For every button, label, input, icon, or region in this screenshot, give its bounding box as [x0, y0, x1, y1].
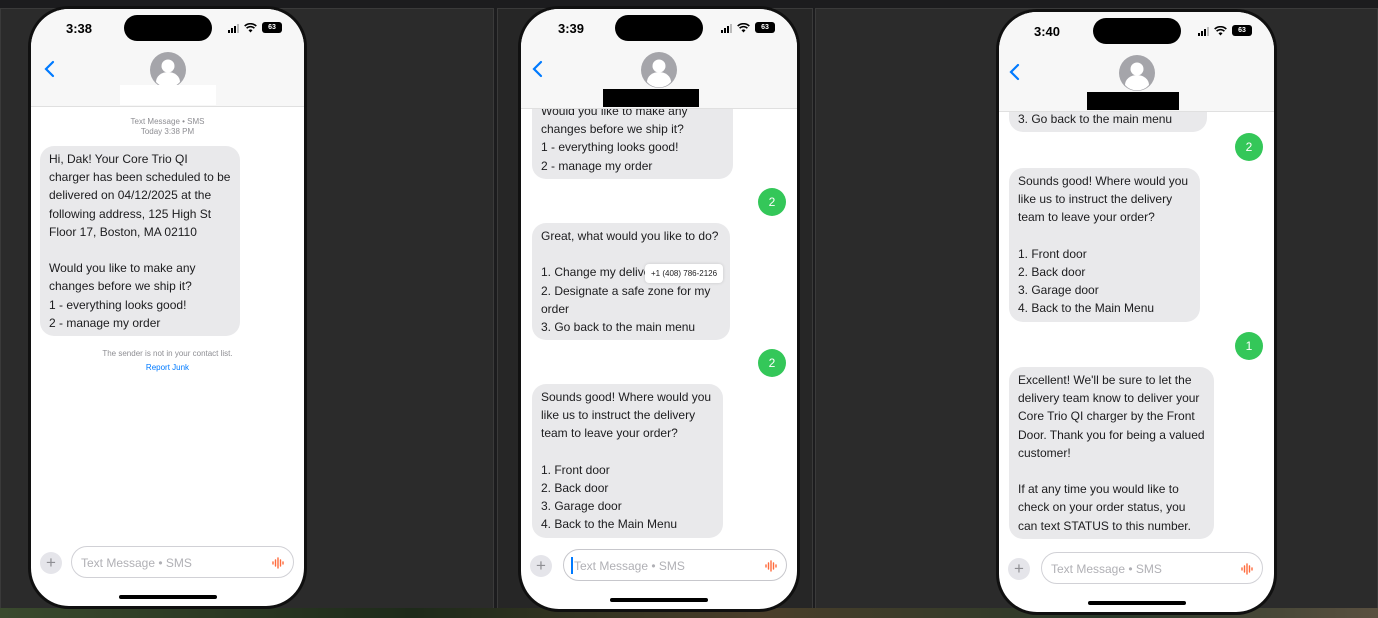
phone-screen-3: 3:40 63 3. Go back to the main menu 2 So… — [999, 12, 1274, 612]
contact-avatar-icon[interactable] — [641, 52, 677, 88]
dynamic-island — [123, 15, 212, 41]
status-icons: 63 — [228, 22, 282, 33]
status-time: 3:38 — [66, 21, 93, 36]
audio-waveform-icon[interactable] — [1240, 562, 1254, 576]
conversation-header: 3:38 63 — [31, 9, 304, 107]
thread-date-label: Today 3:38 PM — [140, 127, 195, 136]
wifi-icon — [1214, 25, 1227, 35]
received-message[interactable]: Sounds good! Where would you like us to … — [1009, 168, 1200, 322]
status-icons: 63 — [1198, 25, 1252, 36]
contact-name-redacted — [603, 89, 699, 107]
contact-avatar-icon[interactable] — [149, 52, 186, 88]
message-composer: + Text Message • SMS — [999, 551, 1274, 591]
phone-screen-1: 3:38 63 Text Message • SMS Today 3:38 PM… — [31, 9, 304, 606]
audio-waveform-icon[interactable] — [271, 556, 285, 570]
home-indicator — [118, 595, 217, 599]
back-chevron-icon[interactable] — [39, 59, 61, 79]
add-attachment-button[interactable]: + — [40, 552, 62, 574]
wifi-icon — [737, 22, 750, 32]
message-input-placeholder: Text Message • SMS — [1051, 562, 1162, 576]
sent-message[interactable]: 2 — [1235, 133, 1263, 161]
home-indicator — [610, 598, 708, 602]
message-input[interactable]: Text Message • SMS — [563, 549, 787, 581]
back-chevron-icon[interactable] — [1004, 62, 1026, 82]
thread-type-label: Text Message • SMS — [130, 117, 205, 126]
message-input-placeholder: Text Message • SMS — [81, 556, 192, 570]
contact-avatar-icon[interactable] — [1118, 55, 1155, 91]
message-input[interactable]: Text Message • SMS — [1041, 552, 1263, 584]
status-icons: 63 — [721, 22, 775, 33]
phone-number-popover[interactable]: +1 (408) 786-2126 — [645, 264, 724, 283]
cellular-signal-icon — [721, 23, 732, 33]
received-message[interactable]: Would you like to make any changes befor… — [532, 98, 733, 179]
conversation-header: 3:40 63 — [999, 12, 1274, 112]
add-attachment-button[interactable]: + — [1008, 558, 1030, 580]
battery-icon: 63 — [262, 22, 282, 33]
battery-icon: 63 — [1232, 25, 1252, 36]
cellular-signal-icon — [228, 23, 239, 33]
sent-message[interactable]: 2 — [758, 188, 786, 216]
wifi-icon — [244, 22, 257, 32]
status-time: 3:39 — [558, 21, 585, 36]
phone-screen-2: 3:39 63 Would you like to make any chang… — [521, 9, 797, 609]
sent-message[interactable]: 1 — [1235, 332, 1263, 360]
received-message[interactable]: Excellent! We'll be sure to let the deli… — [1009, 367, 1214, 539]
home-indicator — [1087, 601, 1186, 605]
add-attachment-button[interactable]: + — [530, 555, 552, 577]
sent-message[interactable]: 2 — [758, 349, 786, 377]
report-junk-link[interactable]: Report Junk — [31, 363, 304, 372]
back-chevron-icon[interactable] — [527, 59, 549, 79]
status-time: 3:40 — [1034, 24, 1061, 39]
message-input[interactable]: Text Message • SMS — [71, 546, 294, 578]
audio-waveform-icon[interactable] — [764, 559, 778, 573]
received-message[interactable]: Sounds good! Where would you like us to … — [532, 384, 723, 538]
received-message[interactable]: Hi, Dak! Your Core Trio QI charger has b… — [40, 146, 240, 337]
contact-name-redacted — [1086, 92, 1179, 110]
conversation-header: 3:39 63 — [521, 9, 797, 109]
message-composer: + Text Message • SMS — [31, 545, 304, 585]
dynamic-island — [615, 15, 703, 41]
dynamic-island — [1092, 18, 1181, 44]
unknown-sender-note: The sender is not in your contact list. — [102, 349, 233, 358]
message-input-placeholder: Text Message • SMS — [574, 559, 685, 573]
battery-icon: 63 — [755, 22, 775, 33]
thread-meta: Text Message • SMS Today 3:38 PM — [31, 117, 304, 137]
message-composer: + Text Message • SMS — [521, 548, 797, 588]
contact-name-redacted — [119, 85, 216, 105]
text-cursor — [571, 557, 573, 574]
message-thread: Text Message • SMS Today 3:38 PM Hi, Dak… — [31, 107, 304, 547]
cellular-signal-icon — [1198, 26, 1209, 36]
